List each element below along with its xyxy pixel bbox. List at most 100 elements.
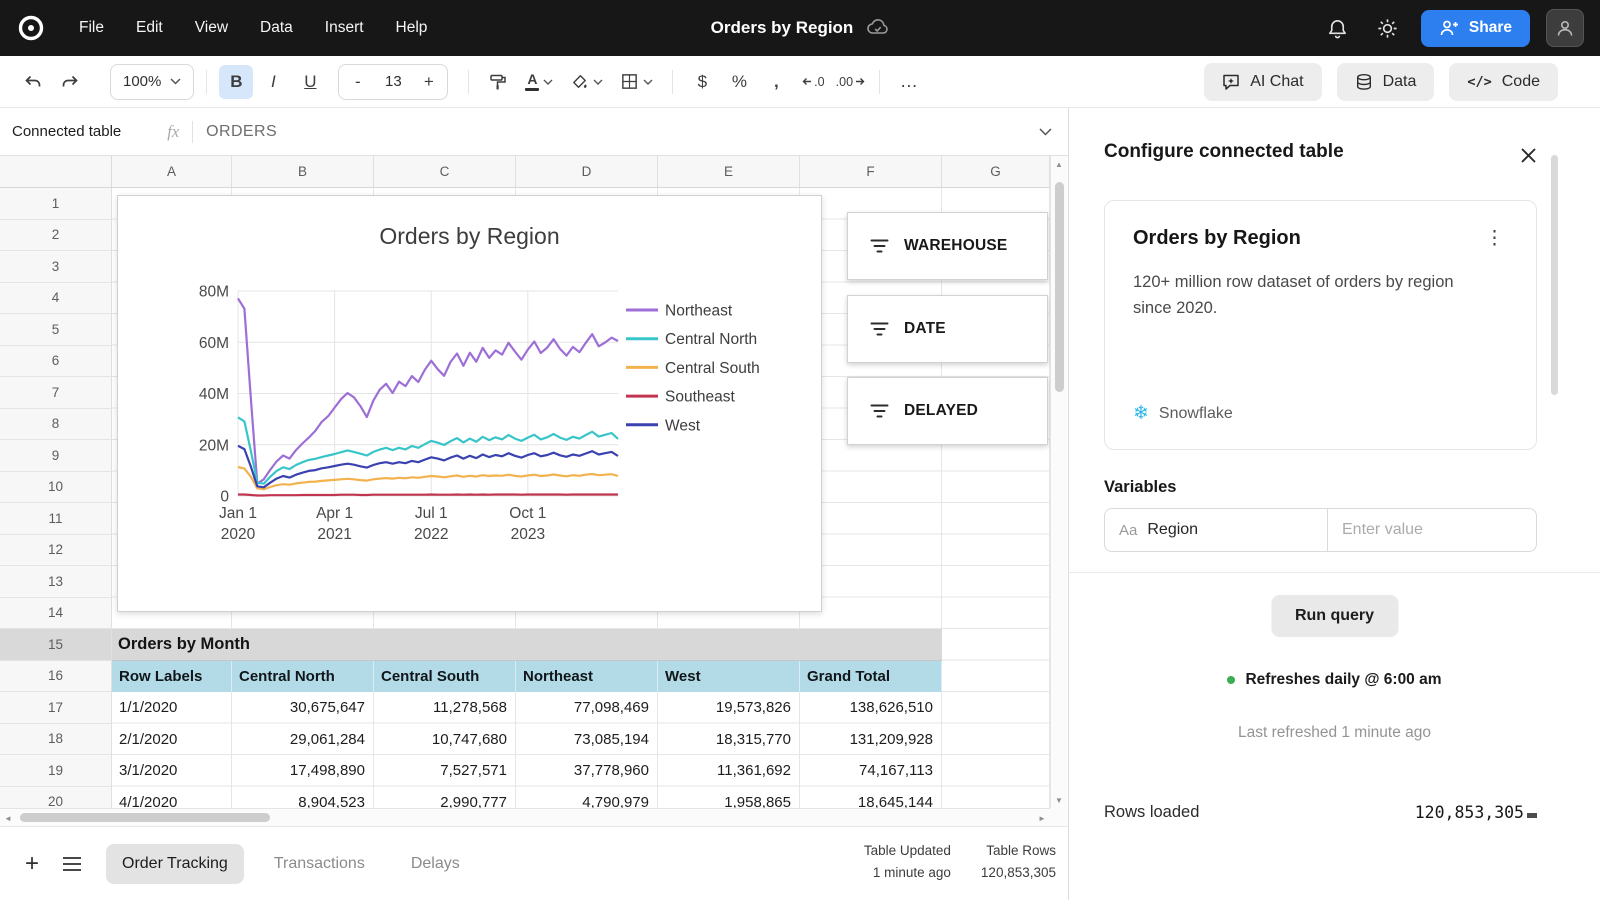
bold-button[interactable]: B: [219, 65, 253, 99]
pivot-cell[interactable]: 77,098,469: [516, 692, 658, 724]
font-size-increase-button[interactable]: +: [410, 66, 447, 98]
pivot-header[interactable]: Northeast: [516, 661, 658, 693]
theme-brightness-icon[interactable]: [1371, 11, 1405, 45]
decrease-decimals-button[interactable]: .0: [796, 65, 830, 99]
column-header-E[interactable]: E: [658, 156, 800, 188]
increase-decimals-button[interactable]: .00: [833, 65, 867, 99]
variable-value-input[interactable]: [1328, 521, 1536, 539]
font-size-value[interactable]: 13: [376, 73, 410, 90]
row-header-19[interactable]: 19: [0, 755, 112, 787]
more-formats-button[interactable]: …: [892, 65, 926, 99]
pivot-cell[interactable]: 18,315,770: [658, 724, 800, 756]
row-header-17[interactable]: 17: [0, 692, 112, 724]
scroll-right-arrow[interactable]: ►: [1034, 810, 1050, 826]
notifications-bell-icon[interactable]: [1321, 11, 1355, 45]
ai-chat-button[interactable]: AI Chat: [1204, 63, 1321, 101]
row-header-5[interactable]: 5: [0, 314, 112, 346]
share-button[interactable]: Share: [1421, 10, 1530, 47]
sheet-tab-order-tracking[interactable]: Order Tracking: [106, 844, 244, 884]
pivot-cell[interactable]: 1,958,865: [658, 787, 800, 809]
borders-dropdown[interactable]: [613, 65, 660, 99]
user-avatar[interactable]: [1546, 9, 1584, 47]
row-header-6[interactable]: 6: [0, 346, 112, 378]
pivot-cell[interactable]: 74,167,113: [800, 755, 942, 787]
spreadsheet-grid[interactable]: Orders by MonthRow LabelsCentral NorthCe…: [0, 156, 1050, 808]
pivot-header[interactable]: Row Labels: [112, 661, 232, 693]
column-header-C[interactable]: C: [374, 156, 516, 188]
zoom-select[interactable]: 100%: [110, 64, 194, 100]
cell-reference-label[interactable]: Connected table: [12, 123, 121, 140]
grid-horizontal-scrollbar[interactable]: ◄ ►: [0, 808, 1050, 826]
pivot-cell[interactable]: 7,527,571: [374, 755, 516, 787]
pivot-cell[interactable]: 11,361,692: [658, 755, 800, 787]
row-header-9[interactable]: 9: [0, 440, 112, 472]
scroll-down-arrow[interactable]: ▼: [1051, 792, 1067, 808]
pivot-cell[interactable]: 73,085,194: [516, 724, 658, 756]
pivot-cell[interactable]: 3/1/2020: [112, 755, 232, 787]
pivot-cell[interactable]: 30,675,647: [232, 692, 374, 724]
column-header-G[interactable]: G: [942, 156, 1050, 188]
row-header-14[interactable]: 14: [0, 598, 112, 630]
percent-format-button[interactable]: %: [722, 65, 756, 99]
pivot-cell[interactable]: 11,278,568: [374, 692, 516, 724]
filter-button-date[interactable]: DATE: [847, 295, 1048, 363]
underline-button[interactable]: U: [293, 65, 327, 99]
pivot-cell[interactable]: 18,645,144: [800, 787, 942, 809]
row-header-12[interactable]: 12: [0, 535, 112, 567]
menu-file[interactable]: File: [66, 12, 117, 44]
filter-button-warehouse[interactable]: WAREHOUSE: [847, 212, 1048, 280]
pivot-cell[interactable]: 131,209,928: [800, 724, 942, 756]
row-header-20[interactable]: 20: [0, 787, 112, 809]
row-header-3[interactable]: 3: [0, 251, 112, 283]
app-logo-icon[interactable]: [16, 13, 46, 43]
row-header-13[interactable]: 13: [0, 566, 112, 598]
row-header-15[interactable]: 15: [0, 629, 112, 661]
pivot-cell[interactable]: 2,990,777: [374, 787, 516, 809]
scroll-up-arrow[interactable]: ▲: [1051, 156, 1067, 172]
kebab-menu-icon[interactable]: ⋮: [1481, 227, 1508, 250]
column-header-B[interactable]: B: [232, 156, 374, 188]
pivot-cell[interactable]: 2/1/2020: [112, 724, 232, 756]
row-header-7[interactable]: 7: [0, 377, 112, 409]
pivot-cell[interactable]: 17,498,890: [232, 755, 374, 787]
grid-vertical-scrollbar[interactable]: ▲ ▼: [1050, 156, 1067, 808]
menu-view[interactable]: View: [182, 12, 241, 44]
column-header-D[interactable]: D: [516, 156, 658, 188]
pivot-cell[interactable]: 4,790,979: [516, 787, 658, 809]
pivot-header[interactable]: West: [658, 661, 800, 693]
pivot-cell[interactable]: 19,573,826: [658, 692, 800, 724]
run-query-button[interactable]: Run query: [1271, 595, 1398, 637]
pivot-cell[interactable]: 8,904,523: [232, 787, 374, 809]
font-size-decrease-button[interactable]: -: [339, 66, 376, 98]
code-button[interactable]: </> Code: [1449, 63, 1558, 101]
pivot-header[interactable]: Grand Total: [800, 661, 942, 693]
scroll-left-arrow[interactable]: ◄: [0, 810, 16, 826]
sheet-tab-delays[interactable]: Delays: [395, 844, 476, 884]
pivot-cell[interactable]: 10,747,680: [374, 724, 516, 756]
row-header-4[interactable]: 4: [0, 283, 112, 315]
menu-insert[interactable]: Insert: [312, 12, 377, 44]
undo-button[interactable]: [16, 65, 50, 99]
variable-name-cell[interactable]: Aa Region: [1105, 509, 1328, 551]
redo-button[interactable]: [53, 65, 87, 99]
sheet-tab-transactions[interactable]: Transactions: [258, 844, 381, 884]
horizontal-scroll-thumb[interactable]: [20, 813, 270, 822]
formula-bar-expand-chevron-icon[interactable]: [1039, 128, 1052, 136]
comma-format-button[interactable]: ,: [759, 65, 793, 99]
filter-button-delayed[interactable]: DELAYED: [847, 377, 1048, 445]
close-panel-icon[interactable]: [1517, 144, 1539, 166]
pivot-cell[interactable]: 4/1/2020: [112, 787, 232, 809]
pivot-cell[interactable]: 138,626,510: [800, 692, 942, 724]
row-header-10[interactable]: 10: [0, 472, 112, 504]
pivot-cell[interactable]: 1/1/2020: [112, 692, 232, 724]
formula-input[interactable]: ORDERS: [206, 123, 277, 141]
pivot-cell[interactable]: 29,061,284: [232, 724, 374, 756]
text-color-dropdown[interactable]: A: [518, 65, 560, 99]
row-header-8[interactable]: 8: [0, 409, 112, 441]
column-header-F[interactable]: F: [800, 156, 942, 188]
data-button[interactable]: Data: [1337, 63, 1435, 101]
italic-button[interactable]: I: [256, 65, 290, 99]
row-header-2[interactable]: 2: [0, 220, 112, 252]
pivot-header[interactable]: Central South: [374, 661, 516, 693]
grid-select-all-corner[interactable]: [0, 156, 112, 188]
